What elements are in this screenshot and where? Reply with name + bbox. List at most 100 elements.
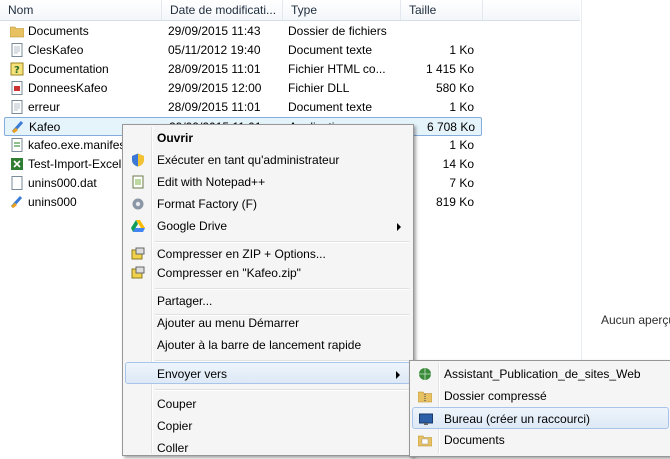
- menu-item-label: Compresser en "Kafeo.zip": [157, 266, 301, 280]
- dat-file-icon: [11, 176, 23, 190]
- menu-item-label: Ajouter à la barre de lancement rapide: [157, 338, 362, 352]
- manifest-file-icon: [11, 138, 23, 152]
- file-date: 28/09/2015 11:01: [168, 62, 261, 76]
- menu-item-label: Assistant_Publication_de_sites_Web: [444, 367, 641, 381]
- submenu-arrow-icon: [397, 223, 401, 231]
- column-size-header[interactable]: Taille: [401, 0, 483, 20]
- winzip-icon: [131, 247, 145, 260]
- send-to-documents[interactable]: Documents: [412, 429, 669, 451]
- menu-item-label: Couper: [157, 397, 197, 411]
- folder-icon: [10, 26, 24, 38]
- menu-item-label: Coller: [157, 441, 189, 455]
- menu-item-format-factory[interactable]: Format Factory (F): [125, 193, 411, 215]
- menu-item-label: Dossier compressé: [444, 389, 547, 403]
- file-size: 1 Ko: [449, 100, 474, 114]
- send-to-compressed[interactable]: Dossier compressé: [412, 385, 669, 407]
- column-header: Nom Date de modificati... Type Taille: [0, 0, 580, 21]
- file-type: Document texte: [288, 43, 373, 57]
- text-file-icon: [11, 43, 23, 57]
- menu-item-open[interactable]: Ouvrir: [125, 127, 411, 149]
- file-date: 05/11/2012 19:40: [168, 43, 261, 57]
- context-menu: Ouvrir Exécuter en tant qu'administrateu…: [122, 124, 414, 456]
- desktop-icon: [419, 413, 433, 425]
- google-drive-icon: [131, 220, 145, 232]
- menu-item-send-to[interactable]: Envoyer vers: [125, 362, 411, 384]
- file-row[interactable]: Documents 29/09/2015 11:43 Dossier de fi…: [4, 22, 482, 41]
- send-to-desktop[interactable]: Bureau (créer un raccourci): [412, 407, 669, 429]
- preview-text: Aucun aperçu: [601, 313, 670, 327]
- menu-item-label: Bureau (créer un raccourci): [444, 412, 591, 426]
- column-type-header[interactable]: Type: [283, 0, 401, 20]
- menu-item-edit-notepad[interactable]: Edit with Notepad++: [125, 171, 411, 193]
- column-name-header[interactable]: Nom: [0, 0, 162, 20]
- file-type: Fichier DLL: [288, 81, 350, 95]
- submenu-arrow-icon: [396, 371, 400, 379]
- file-name: Documentation: [28, 62, 109, 76]
- file-date: 28/09/2015 11:01: [168, 100, 261, 114]
- file-type: Dossier de fichiers: [288, 24, 387, 38]
- menu-item-label: Edit with Notepad++: [157, 175, 266, 189]
- file-type: Document texte: [288, 100, 373, 114]
- file-size: 1 Ko: [449, 138, 474, 152]
- dll-file-icon: [11, 81, 23, 95]
- menu-item-label: Partager...: [157, 294, 213, 308]
- menu-item-share[interactable]: Partager...: [125, 290, 411, 312]
- menu-item-cut[interactable]: Couper: [125, 393, 411, 415]
- file-size: 6 708 Ko: [426, 120, 475, 134]
- file-row[interactable]: ClesKafeo 05/11/2012 19:40 Document text…: [4, 41, 482, 60]
- file-size: 1 415 Ko: [425, 62, 474, 76]
- uac-shield-icon: [132, 153, 144, 167]
- application-icon: [11, 120, 24, 134]
- file-row[interactable]: ? Documentation 28/09/2015 11:01 Fichier…: [4, 60, 482, 79]
- menu-item-label: Format Factory (F): [157, 197, 258, 211]
- file-date: 29/09/2015 11:43: [168, 24, 261, 38]
- menu-item-label: Copier: [157, 419, 193, 433]
- menu-item-run-as-admin[interactable]: Exécuter en tant qu'administrateur: [125, 149, 411, 171]
- file-size: 819 Ko: [435, 195, 474, 209]
- send-to-submenu: Assistant_Publication_de_sites_Web Dossi…: [409, 360, 670, 457]
- menu-item-label: Envoyer vers: [157, 367, 228, 381]
- menu-item-label: Exécuter en tant qu'administrateur: [157, 153, 340, 167]
- menu-item-zip-named[interactable]: Compresser en "Kafeo.zip": [125, 262, 411, 284]
- winzip-icon: [131, 266, 145, 279]
- text-file-icon: [11, 100, 23, 114]
- menu-item-google-drive[interactable]: Google Drive: [125, 215, 411, 237]
- file-size: 580 Ko: [435, 81, 474, 95]
- column-name-label: Nom: [8, 3, 34, 17]
- file-row[interactable]: erreur 28/09/2015 11:01 Document texte 1…: [4, 98, 482, 117]
- documents-folder-icon: [418, 435, 432, 447]
- menu-item-label: Ajouter au menu Démarrer: [157, 316, 300, 330]
- file-name: ClesKafeo: [28, 43, 84, 57]
- send-to-web-publish[interactable]: Assistant_Publication_de_sites_Web: [412, 363, 669, 385]
- file-type: Fichier HTML co...: [288, 62, 386, 76]
- column-date-label: Date de modificati...: [170, 3, 277, 17]
- zip-folder-icon: [418, 391, 432, 403]
- file-row[interactable]: DonneesKafeo 29/09/2015 12:00 Fichier DL…: [4, 79, 482, 98]
- excel-file-icon: [11, 158, 23, 170]
- file-size: 7 Ko: [449, 176, 474, 190]
- file-size: 1 Ko: [449, 43, 474, 57]
- menu-item-label: Google Drive: [157, 219, 228, 233]
- uninstall-icon: [10, 195, 23, 209]
- menu-item-pin-quicklaunch[interactable]: Ajouter à la barre de lancement rapide: [125, 334, 411, 356]
- menu-item-copy[interactable]: Copier: [125, 415, 411, 437]
- menu-item-pin-start[interactable]: Ajouter au menu Démarrer: [125, 312, 411, 334]
- file-name: Documents: [28, 24, 89, 38]
- menu-item-label: Documents: [444, 433, 505, 447]
- svg-text:?: ?: [14, 65, 20, 76]
- file-size: [404, 22, 474, 41]
- file-size: 14 Ko: [442, 157, 474, 171]
- menu-item-label: Ouvrir: [157, 131, 194, 145]
- column-type-label: Type: [291, 3, 318, 17]
- file-name: erreur: [28, 100, 61, 114]
- menu-separator: [155, 389, 409, 391]
- file-name: DonneesKafeo: [28, 81, 108, 95]
- notepad-plus-plus-icon: [132, 175, 144, 189]
- help-file-icon: ?: [10, 62, 24, 76]
- format-factory-icon: [132, 198, 144, 210]
- globe-icon: [419, 368, 431, 380]
- column-size-label: Taille: [409, 3, 437, 17]
- column-date-header[interactable]: Date de modificati...: [162, 0, 283, 20]
- file-date: 29/09/2015 12:00: [168, 81, 262, 95]
- menu-item-paste[interactable]: Coller: [125, 437, 411, 459]
